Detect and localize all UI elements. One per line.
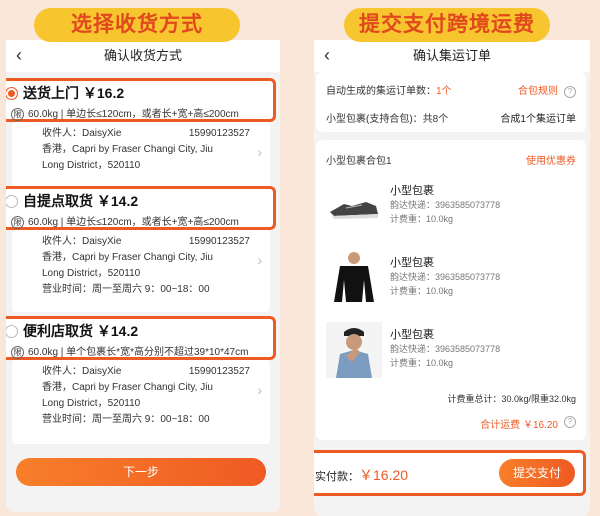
- top-bar: ‹ 确认集运订单: [314, 40, 590, 72]
- option-convenience-store[interactable]: 便利店取货 ￥14.2 限 60.0kg | 单个包裹长*宽*高分别不超过39*1…: [6, 316, 276, 360]
- item-weight: 计费重：10.0kg: [390, 286, 454, 296]
- shirt-icon: [326, 250, 382, 306]
- item-name: 小型包裹: [390, 185, 434, 197]
- next-step-button[interactable]: 下一步: [16, 458, 266, 486]
- address-line: Long District，520110: [42, 398, 141, 409]
- limit-icon: 限: [11, 345, 24, 359]
- option-price: ￥16.2: [82, 85, 125, 101]
- payment-bar: 实付款：￥16.20 提交支付: [314, 450, 586, 496]
- chevron-right-icon[interactable]: ›: [257, 252, 262, 268]
- address-line: 香港，Capri by Fraser Changi City, Jiu: [42, 382, 213, 393]
- confirm-order-screen: ‹ 确认集运订单 自动生成的集运订单数：1个 合包规则? 小型包裹(支持合包)：…: [314, 40, 590, 516]
- package-item[interactable]: 小型包裹 韵达快递：3963585073778 计费重：10.0kg: [326, 322, 576, 382]
- option-limits: 60.0kg | 单边长≤120cm，或者长+宽+高≤200cm: [28, 109, 239, 120]
- address-line: Long District，520110: [42, 160, 141, 171]
- radio-selected-icon[interactable]: [6, 87, 18, 100]
- pay-label: 实付款：: [315, 471, 359, 483]
- limit-icon: 限: [11, 107, 24, 121]
- help-icon[interactable]: ?: [564, 416, 576, 428]
- limit-icon: 限: [11, 215, 24, 229]
- option-limits: 60.0kg | 单个包裹长*宽*高分别不超过39*10*47cm: [28, 347, 249, 358]
- item-name: 小型包裹: [390, 329, 434, 341]
- address-card[interactable]: 收件人：DaisyXie 15990123527 香港，Capri by Fras…: [12, 360, 270, 444]
- address-line: Long District，520110: [42, 268, 141, 279]
- option-pickup-point[interactable]: 自提点取货 ￥14.2 限 60.0kg | 单边长≤120cm，或者长+宽+高≤…: [6, 186, 276, 230]
- recipient-label: 收件人：DaisyXie: [42, 366, 122, 377]
- page-title: 确认收货方式: [103, 48, 182, 63]
- option-limits: 60.0kg | 单边长≤120cm，或者长+宽+高≤200cm: [28, 217, 239, 228]
- option-price: ￥14.2: [96, 193, 139, 209]
- left-banner: 选择收货方式: [34, 8, 240, 42]
- back-icon[interactable]: ‹: [324, 40, 330, 70]
- option-name: 送货上门: [23, 85, 79, 101]
- item-weight: 计费重：10.0kg: [390, 358, 454, 368]
- option-price: ￥14.2: [96, 323, 139, 339]
- package-item[interactable]: 小型包裹 韵达快递：3963585073778 计费重：10.0kg: [326, 250, 576, 310]
- group-title: 小型包裹合包1: [326, 156, 392, 167]
- address-card[interactable]: 收件人：DaisyXie 15990123527 香港，Capri by Fras…: [12, 230, 270, 312]
- back-icon[interactable]: ‹: [16, 40, 22, 70]
- help-icon[interactable]: ?: [564, 86, 576, 98]
- item-name: 小型包裹: [390, 257, 434, 269]
- address-card[interactable]: 收件人：DaisyXie 15990123527 香港，Capri by Fras…: [12, 122, 270, 188]
- right-banner: 提交支付跨境运费: [344, 8, 550, 42]
- business-hours: 营业时间：周一至周六 9：00~18：00: [42, 284, 210, 295]
- business-hours: 营业时间：周一至周六 9：00~18：00: [42, 414, 210, 425]
- package-item[interactable]: 小型包裹 韵达快递：3963585073778 计费重：10.0kg: [326, 178, 576, 238]
- delivery-method-screen: ‹ 确认收货方式 收件人：DaisyXie 15990123527 香港，Capr…: [6, 40, 280, 512]
- package-group: 小型包裹合包1 使用优惠券 小型包裹 韵达快递：3963585073778 计费…: [316, 140, 586, 440]
- recipient-label: 收件人：DaisyXie: [42, 236, 122, 247]
- phone-number: 15990123527: [188, 128, 250, 139]
- chevron-right-icon[interactable]: ›: [257, 382, 262, 398]
- submit-payment-button[interactable]: 提交支付: [499, 459, 575, 487]
- option-name: 自提点取货: [23, 193, 93, 209]
- page-title: 确认集运订单: [412, 48, 491, 63]
- radio-unselected-icon[interactable]: [6, 325, 18, 338]
- generated-count: 1个: [436, 86, 452, 97]
- item-weight: 计费重：10.0kg: [390, 214, 454, 224]
- address-line: 香港，Capri by Fraser Changi City, Jiu: [42, 144, 213, 155]
- pay-amount: ￥16.20: [359, 467, 409, 483]
- phone-number: 15990123527: [188, 366, 250, 377]
- option-name: 便利店取货: [23, 323, 93, 339]
- package-type: 小型包裹(支持合包)：共8个: [326, 114, 449, 125]
- chevron-right-icon[interactable]: ›: [257, 144, 262, 160]
- radio-unselected-icon[interactable]: [6, 195, 18, 208]
- address-line: 香港，Capri by Fraser Changi City, Jiu: [42, 252, 213, 263]
- person-icon: [326, 322, 382, 378]
- merge-rules-link[interactable]: 合包规则: [518, 86, 558, 97]
- total-label: 合计运费: [480, 420, 521, 431]
- phone-number: 15990123527: [188, 236, 250, 247]
- item-courier: 韵达快递：3963585073778: [390, 344, 501, 354]
- recipient-label: 收件人：DaisyXie: [42, 128, 122, 139]
- top-bar: ‹ 确认收货方式: [6, 40, 280, 72]
- order-summary: 自动生成的集运订单数：1个 合包规则? 小型包裹(支持合包)：共8个 合成1个集…: [316, 72, 586, 132]
- total-value: ￥16.20: [522, 420, 558, 431]
- option-home-delivery[interactable]: 送货上门 ￥16.2 限 60.0kg | 单边长≤120cm，或者长+宽+高≤2…: [6, 78, 276, 122]
- merge-result: 合成1个集运订单: [500, 114, 576, 125]
- generated-label: 自动生成的集运订单数：: [326, 86, 436, 97]
- item-courier: 韵达快递：3963585073778: [390, 200, 501, 210]
- item-courier: 韵达快递：3963585073778: [390, 272, 501, 282]
- coupon-link[interactable]: 使用优惠券: [526, 152, 576, 167]
- shoe-icon: [326, 178, 382, 234]
- weight-summary: 计费重总计：30.0kg/限重32.0kg: [447, 394, 576, 404]
